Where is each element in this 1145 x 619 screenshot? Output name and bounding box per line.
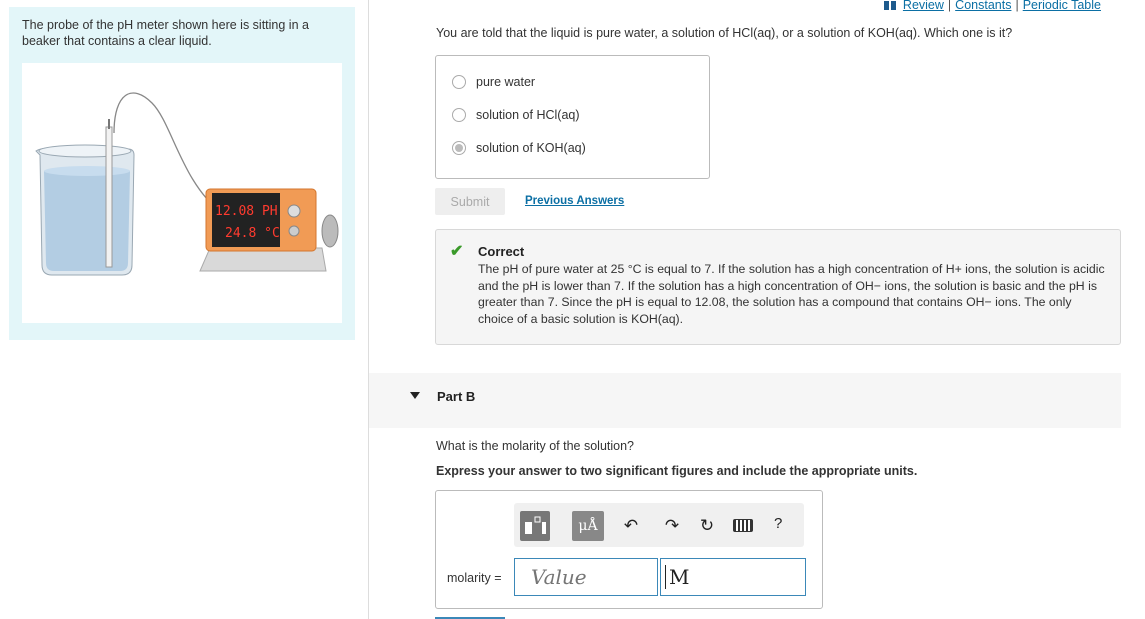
radio-button[interactable] — [452, 75, 466, 89]
ph-meter-illustration: 12.08 PH 24.8 °C — [35, 92, 339, 276]
part-b-header[interactable]: Part B — [369, 373, 1121, 428]
part-b-question: What is the molarity of the solution? — [436, 439, 635, 453]
book-icon — [883, 0, 896, 10]
problem-intro-panel: The probe of the pH meter shown here is … — [9, 7, 355, 340]
molarity-label: molarity = — [447, 571, 502, 585]
units-button[interactable]: μÅ — [572, 511, 604, 541]
meter-reading-temp: 24.8 °C — [225, 226, 280, 241]
choice-koh[interactable]: solution of KOH(aq) — [452, 141, 586, 155]
part-a-question: You are told that the liquid is pure wat… — [436, 26, 1013, 40]
answer-choices: pure water solution of HCl(aq) solution … — [435, 55, 710, 179]
choice-pure-water[interactable]: pure water — [452, 75, 535, 89]
periodic-table-link[interactable]: Periodic Table — [1023, 0, 1101, 12]
checkmark-icon: ✔ — [450, 243, 464, 260]
part-b-label: Part B — [437, 389, 476, 404]
feedback-title: Correct — [478, 244, 525, 259]
part-b-instruction: Express your answer to two significant f… — [436, 464, 918, 478]
math-toolbar: μÅ ↶ ↷ ↻ ? — [514, 503, 804, 547]
meter-reading-ph: 12.08 PH — [215, 204, 278, 219]
units-value: M — [669, 565, 690, 589]
help-icon[interactable]: ? — [774, 515, 782, 532]
choice-label: solution of KOH(aq) — [476, 141, 586, 155]
previous-answers-link[interactable]: Previous Answers — [525, 195, 624, 207]
ph-meter-figure: 12.08 PH 24.8 °C — [22, 63, 342, 323]
templates-icon — [525, 516, 546, 534]
templates-button[interactable] — [520, 511, 550, 541]
resource-links: Review | Constants | Periodic Table — [883, 0, 1101, 12]
submit-button[interactable]: Submit — [435, 188, 505, 215]
choice-label: pure water — [476, 75, 536, 89]
answer-box: μÅ ↶ ↷ ↻ ? molarity = M — [435, 490, 823, 609]
intro-text: The probe of the pH meter shown here is … — [22, 18, 309, 48]
keyboard-icon[interactable] — [733, 519, 753, 532]
reset-icon[interactable]: ↻ — [696, 515, 718, 537]
link-separator: | — [1015, 0, 1019, 12]
link-separator: | — [947, 0, 952, 12]
feedback-box: ✔ Correct The pH of pure water at 25 °C … — [435, 229, 1121, 345]
units-input[interactable]: M — [660, 558, 806, 596]
choice-hcl[interactable]: solution of HCl(aq) — [452, 108, 580, 122]
undo-icon[interactable]: ↶ — [620, 515, 642, 537]
radio-button-selected[interactable] — [452, 141, 466, 155]
feedback-body: The pH of pure water at 25 °C is equal t… — [478, 262, 1105, 326]
collapse-triangle-icon[interactable] — [410, 392, 420, 399]
radio-button[interactable] — [452, 108, 466, 122]
constants-link[interactable]: Constants — [955, 0, 1011, 12]
choice-label: solution of HCl(aq) — [476, 108, 580, 122]
text-cursor — [665, 565, 666, 589]
review-link[interactable]: Review — [903, 0, 944, 12]
value-input[interactable] — [514, 558, 658, 596]
column-divider — [368, 0, 369, 619]
redo-icon[interactable]: ↷ — [661, 515, 683, 537]
